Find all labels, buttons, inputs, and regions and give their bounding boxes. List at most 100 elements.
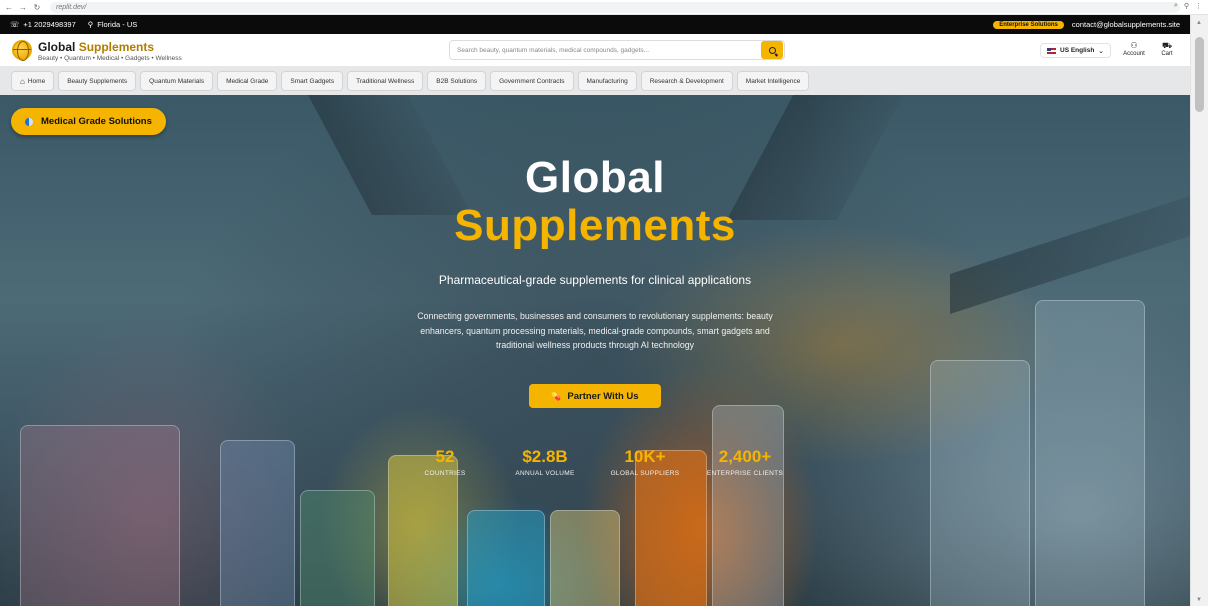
browser-toolbar: ← → ↻ replit.dev/ ⌕ ⚲ ⋮ — [0, 0, 1208, 15]
scrollbar-thumb[interactable] — [1195, 37, 1204, 112]
stat-global-suppliers: 10K+ GLOBAL SUPPLIERS — [600, 447, 690, 477]
nav-item-label: Medical Grade — [226, 77, 269, 85]
nav-item-label: Research & Development — [649, 77, 724, 85]
phone-number: +1 2029498397 — [23, 20, 76, 29]
home-icon: ⌂ — [20, 76, 25, 86]
scroll-down-icon[interactable]: ▼ — [1196, 597, 1202, 603]
hero-bg-jar — [220, 440, 295, 606]
hero-subtitle: Pharmaceutical-grade supplements for cli… — [438, 273, 752, 287]
hero-bg-jar — [550, 510, 620, 606]
us-flag-icon — [1047, 47, 1056, 54]
browser-actions: ⌕ ⚲ ⋮ — [1174, 2, 1202, 10]
search-input[interactable] — [450, 41, 761, 59]
language-selector[interactable]: US English ⌄ — [1040, 43, 1111, 58]
partner-with-us-button[interactable]: 💊 Partner With Us — [529, 384, 661, 408]
nav-item-beauty-supplements[interactable]: Beauty Supplements — [58, 71, 137, 91]
stat-value: 10K+ — [624, 447, 666, 466]
nav-item-medical-grade[interactable]: Medical Grade — [217, 71, 278, 91]
category-nav: ⌂ Home Beauty Supplements Quantum Materi… — [0, 67, 1190, 95]
chevron-down-icon: ⌄ — [1098, 47, 1104, 55]
nav-item-label: Home — [27, 77, 46, 85]
nav-item-label: Manufacturing — [586, 77, 628, 85]
brand-name: Global Supplements — [38, 40, 182, 54]
hero-bg-jar — [300, 490, 375, 606]
stat-value: $2.8B — [522, 447, 568, 466]
nav-item-label: Quantum Materials — [149, 77, 205, 85]
back-icon[interactable]: ← — [4, 3, 14, 12]
stat-label: ANNUAL VOLUME — [515, 470, 575, 477]
pill-icon: 💊 — [551, 391, 562, 401]
nav-item-research-development[interactable]: Research & Development — [640, 71, 733, 91]
user-icon: ⚇ — [1130, 41, 1138, 50]
stat-annual-volume: $2.8B ANNUAL VOLUME — [505, 447, 585, 477]
nav-item-traditional-wellness[interactable]: Traditional Wellness — [347, 71, 424, 91]
forward-icon[interactable]: → — [18, 3, 28, 12]
pill-icon — [25, 117, 33, 126]
hero-bg-jar — [467, 510, 545, 606]
nav-item-label: B2B Solutions — [436, 77, 478, 85]
nav-item-government-contracts[interactable]: Government Contracts — [490, 71, 574, 91]
stat-label: GLOBAL SUPPLIERS — [610, 470, 680, 477]
nav-item-smart-gadgets[interactable]: Smart Gadgets — [281, 71, 344, 91]
brand-name-main: Global — [38, 40, 76, 54]
stat-countries: 52 COUNTRIES — [405, 447, 485, 477]
page-scrollbar[interactable]: ▲ ▼ — [1190, 15, 1208, 606]
location-pin-icon: ⚲ — [87, 20, 94, 29]
nav-item-label: Government Contracts — [499, 77, 565, 85]
hero-bg-jar — [388, 455, 458, 606]
nav-item-market-intelligence[interactable]: Market Intelligence — [736, 71, 810, 91]
stat-label: COUNTRIES — [424, 470, 466, 477]
hero-bg-jar — [712, 405, 784, 606]
menu-icon[interactable]: ⋮ — [1195, 2, 1202, 10]
nav-item-label: Traditional Wellness — [356, 77, 415, 85]
enterprise-badge[interactable]: Enterprise Solutions — [993, 20, 1064, 29]
enterprise-badge-label: Enterprise Solutions — [999, 21, 1058, 28]
phone-contact[interactable]: ☏ +1 2029498397 — [10, 20, 76, 29]
hero-bg-jar — [20, 425, 180, 606]
account-label: Account — [1123, 51, 1145, 57]
cart-icon: ⛟ — [1161, 41, 1173, 50]
cart-label: Cart — [1161, 51, 1173, 57]
extensions-icon[interactable]: ⚲ — [1184, 2, 1189, 10]
top-info-bar: ☏ +1 2029498397 ⚲ Florida - US Enterpris… — [0, 15, 1190, 34]
stat-enterprise-clients: 2,400+ ENTERPRISE CLIENTS — [700, 447, 790, 477]
location-info: ⚲ Florida - US — [88, 20, 138, 29]
search-icon[interactable]: ⌕ — [1174, 2, 1178, 10]
nav-item-manufacturing[interactable]: Manufacturing — [577, 71, 637, 91]
hero-title-line1: Global — [525, 153, 665, 202]
medical-grade-badge[interactable]: Medical Grade Solutions — [11, 108, 166, 135]
nav-item-home[interactable]: ⌂ Home — [11, 71, 55, 91]
brand-tagline: Beauty • Quantum • Medical • Gadgets • W… — [38, 55, 182, 62]
nav-item-quantum-materials[interactable]: Quantum Materials — [140, 71, 214, 91]
address-bar[interactable]: replit.dev/ — [50, 1, 1180, 13]
url-text: replit.dev/ — [56, 3, 87, 11]
reload-icon[interactable]: ↻ — [32, 3, 42, 12]
search-bar — [449, 40, 785, 60]
search-button[interactable] — [761, 41, 783, 59]
stat-value: 2,400+ — [718, 447, 772, 466]
cart-button[interactable]: ⛟ Cart — [1156, 41, 1178, 57]
account-button[interactable]: ⚇ Account — [1120, 41, 1148, 57]
stat-value: 52 — [435, 447, 455, 466]
nav-item-label: Smart Gadgets — [290, 77, 335, 85]
stat-label: ENTERPRISE CLIENTS — [706, 470, 784, 477]
site-header: Global Supplements Beauty • Quantum • Me… — [0, 34, 1190, 67]
nav-item-b2b-solutions[interactable]: B2B Solutions — [427, 71, 487, 91]
hero-description: Connecting governments, businesses and c… — [417, 311, 773, 350]
search-icon — [768, 46, 776, 54]
hero-bg-jar — [1035, 300, 1145, 606]
scroll-up-icon[interactable]: ▲ — [1196, 20, 1202, 26]
nav-item-label: Beauty Supplements — [67, 77, 128, 85]
partner-with-us-label: Partner With Us — [567, 390, 639, 402]
brand[interactable]: Global Supplements Beauty • Quantum • Me… — [38, 40, 182, 62]
hero-bg-jar — [930, 360, 1030, 606]
location-text: Florida - US — [97, 20, 138, 29]
medical-grade-badge-label: Medical Grade Solutions — [41, 116, 152, 127]
brand-name-accent: Supplements — [78, 40, 155, 54]
contact-email[interactable]: contact@globalsupplements.site — [1072, 20, 1180, 29]
language-label: US English — [1060, 47, 1095, 54]
nav-item-label: Market Intelligence — [745, 77, 801, 85]
hero-title-line2: Supplements — [454, 201, 736, 250]
globe-logo-icon[interactable] — [12, 40, 32, 61]
phone-icon: ☏ — [10, 20, 20, 29]
